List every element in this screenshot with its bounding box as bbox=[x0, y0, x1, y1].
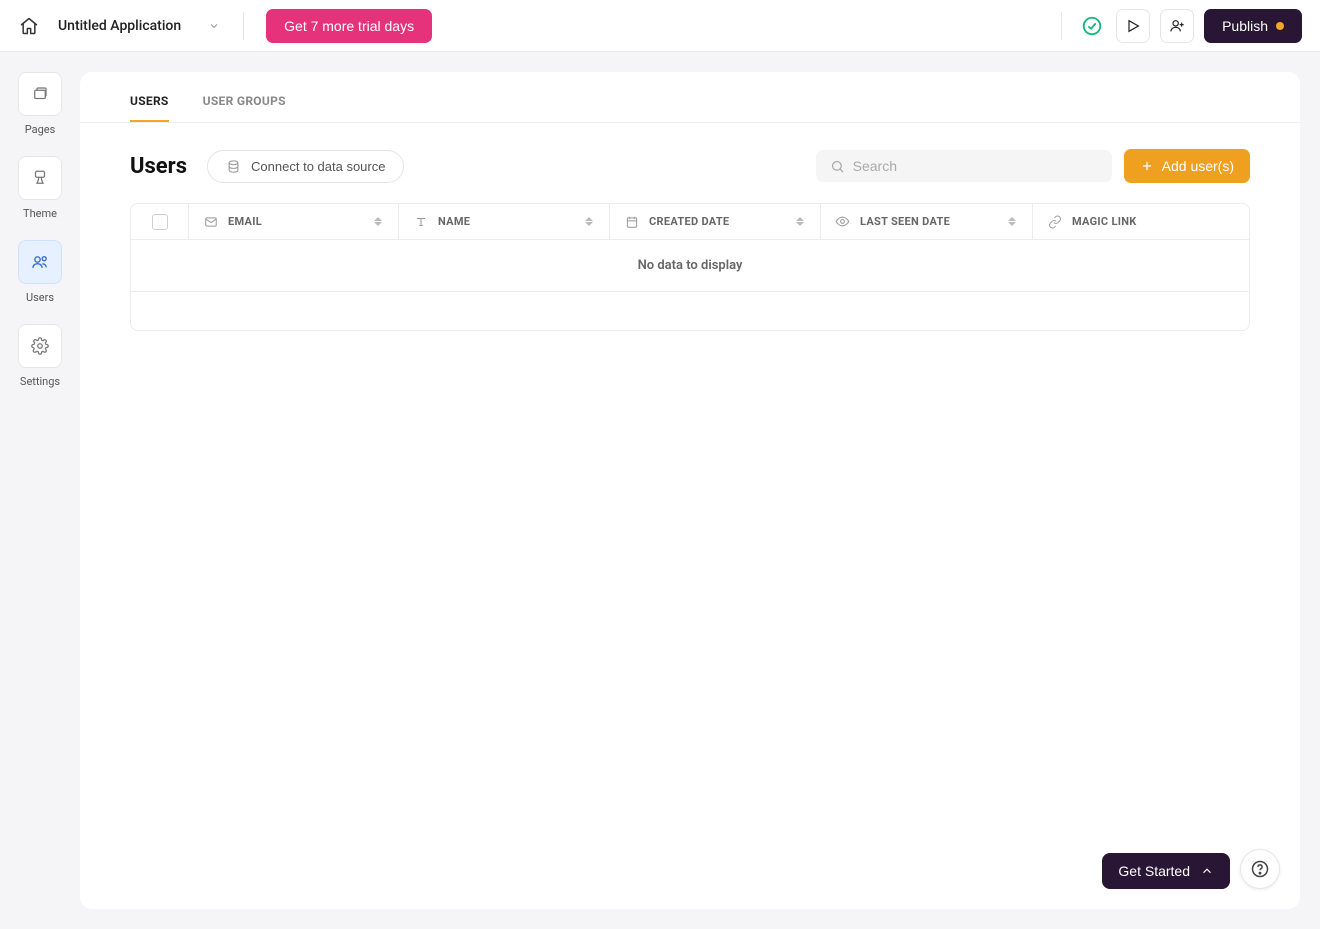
page-title: Users bbox=[130, 154, 187, 179]
publish-label: Publish bbox=[1222, 18, 1268, 34]
help-icon bbox=[1250, 859, 1270, 879]
invite-user-button[interactable] bbox=[1160, 9, 1194, 43]
table-footer bbox=[131, 292, 1249, 330]
th-select-all[interactable] bbox=[131, 204, 189, 239]
mail-icon bbox=[203, 214, 218, 229]
topbar-left: Untitled Application Get 7 more trial da… bbox=[18, 9, 432, 43]
link-icon bbox=[1047, 214, 1062, 229]
database-icon bbox=[226, 159, 241, 174]
th-label: CREATED DATE bbox=[649, 215, 729, 228]
sidebar-label: Pages bbox=[25, 123, 56, 136]
th-label: EMAIL bbox=[228, 215, 262, 228]
users-icon bbox=[18, 240, 62, 284]
sidebar: Pages Theme Users Settings bbox=[0, 52, 80, 929]
app-body: Pages Theme Users Settings USERS USER GR… bbox=[0, 52, 1320, 929]
chevron-up-icon bbox=[1200, 864, 1214, 878]
get-started-button[interactable]: Get Started bbox=[1102, 853, 1230, 889]
search-input[interactable] bbox=[853, 158, 1098, 174]
publish-status-dot bbox=[1276, 22, 1284, 30]
top-bar: Untitled Application Get 7 more trial da… bbox=[0, 0, 1320, 52]
topbar-right: Publish bbox=[1055, 9, 1302, 43]
tab-users[interactable]: USERS bbox=[130, 94, 169, 122]
publish-button[interactable]: Publish bbox=[1204, 9, 1302, 43]
divider bbox=[243, 12, 244, 40]
main-panel: USERS USER GROUPS Users Connect to data … bbox=[80, 72, 1300, 909]
th-label: LAST SEEN DATE bbox=[860, 215, 950, 228]
connect-label: Connect to data source bbox=[251, 159, 385, 174]
add-user-label: Add user(s) bbox=[1162, 158, 1234, 174]
sidebar-label: Settings bbox=[20, 375, 60, 388]
page-header-right: Add user(s) bbox=[816, 149, 1250, 183]
gear-icon bbox=[18, 324, 62, 368]
th-magic-link[interactable]: MAGIC LINK bbox=[1033, 204, 1249, 239]
th-label: MAGIC LINK bbox=[1072, 215, 1137, 228]
sidebar-item-pages[interactable]: Pages bbox=[18, 72, 62, 136]
page-header: Users Connect to data source bbox=[80, 123, 1300, 203]
home-icon[interactable] bbox=[18, 15, 40, 37]
sidebar-item-theme[interactable]: Theme bbox=[18, 156, 62, 220]
table-empty-state: No data to display bbox=[131, 240, 1249, 292]
tabs: USERS USER GROUPS bbox=[80, 80, 1300, 123]
th-label: NAME bbox=[438, 215, 470, 228]
plus-icon bbox=[1140, 159, 1154, 173]
trial-button[interactable]: Get 7 more trial days bbox=[266, 9, 432, 43]
preview-button[interactable] bbox=[1116, 9, 1150, 43]
th-email[interactable]: EMAIL bbox=[189, 204, 399, 239]
sidebar-label: Users bbox=[26, 291, 54, 304]
main-wrap: USERS USER GROUPS Users Connect to data … bbox=[80, 52, 1320, 929]
app-title[interactable]: Untitled Application bbox=[58, 18, 181, 34]
sort-icon[interactable] bbox=[583, 216, 595, 228]
sort-icon[interactable] bbox=[794, 216, 806, 228]
add-user-button[interactable]: Add user(s) bbox=[1124, 149, 1250, 183]
th-name[interactable]: NAME bbox=[399, 204, 610, 239]
search-box[interactable] bbox=[816, 150, 1112, 182]
users-table: EMAIL NAME CREATED DATE bbox=[130, 203, 1250, 331]
theme-icon bbox=[18, 156, 62, 200]
table-wrap: EMAIL NAME CREATED DATE bbox=[80, 203, 1300, 331]
eye-icon bbox=[835, 214, 850, 229]
sidebar-item-settings[interactable]: Settings bbox=[18, 324, 62, 388]
sort-icon[interactable] bbox=[1006, 216, 1018, 228]
table-header: EMAIL NAME CREATED DATE bbox=[131, 204, 1249, 240]
status-ok-icon bbox=[1078, 12, 1106, 40]
get-started-label: Get Started bbox=[1118, 863, 1190, 879]
sidebar-item-users[interactable]: Users bbox=[18, 240, 62, 304]
th-last-seen[interactable]: LAST SEEN DATE bbox=[821, 204, 1033, 239]
help-button[interactable] bbox=[1240, 849, 1280, 889]
page-header-left: Users Connect to data source bbox=[130, 150, 404, 183]
text-icon bbox=[413, 214, 428, 229]
checkbox[interactable] bbox=[152, 214, 168, 230]
sidebar-label: Theme bbox=[23, 207, 57, 220]
sort-icon[interactable] bbox=[372, 216, 384, 228]
tab-user-groups[interactable]: USER GROUPS bbox=[203, 94, 286, 122]
pages-icon bbox=[18, 72, 62, 116]
chevron-down-icon[interactable] bbox=[207, 19, 221, 33]
divider bbox=[1061, 12, 1062, 40]
th-created-date[interactable]: CREATED DATE bbox=[610, 204, 821, 239]
connect-data-source-button[interactable]: Connect to data source bbox=[207, 150, 404, 183]
calendar-icon bbox=[624, 214, 639, 229]
search-icon bbox=[830, 159, 845, 174]
